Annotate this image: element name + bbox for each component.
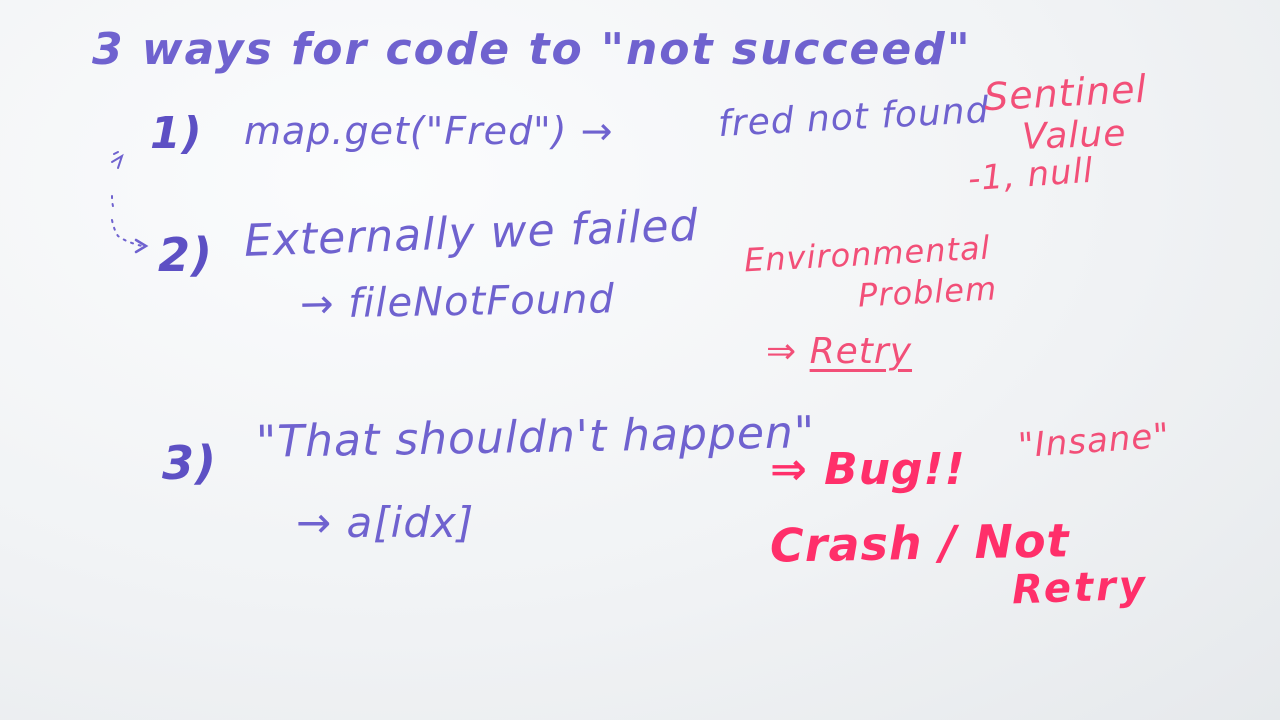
retry-line: ⇒ Retry — [766, 334, 912, 370]
whiteboard: 3 ways for code to "not succeed" 1) map.… — [0, 0, 1280, 720]
sentinel-label: Sentinel — [982, 66, 1149, 120]
bug-label: ⇒ Bug!! — [770, 444, 966, 495]
sentinel-examples: -1, null — [966, 150, 1095, 200]
retry-label: Retry — [809, 331, 913, 372]
value-label: Value — [1021, 113, 1128, 158]
insane-label: "Insane" — [1016, 415, 1172, 467]
crash-not-label: Crash / Not — [769, 513, 1070, 573]
item-2-text: Externally we failed — [243, 200, 700, 267]
item-3-number: 3) — [162, 436, 218, 490]
item-1-code: map.get("Fred") → — [244, 109, 614, 153]
item-2-number: 2) — [158, 228, 214, 282]
retry-label-2: Retry — [1011, 562, 1149, 614]
item-1-number: 1) — [150, 108, 203, 159]
environmental-label: Environmental — [743, 228, 992, 280]
problem-label: Problem — [857, 269, 998, 315]
item-1-note: fred not found — [717, 89, 991, 146]
board-title: 3 ways for code to "not succeed" — [92, 24, 972, 75]
item-2-sub: → fileNotFound — [299, 276, 616, 328]
item-3-sub: → a[idx] — [296, 498, 475, 547]
implies-arrow-icon: ⇒ — [766, 331, 798, 372]
item-3-text: "That shouldn't happen" — [255, 407, 816, 468]
